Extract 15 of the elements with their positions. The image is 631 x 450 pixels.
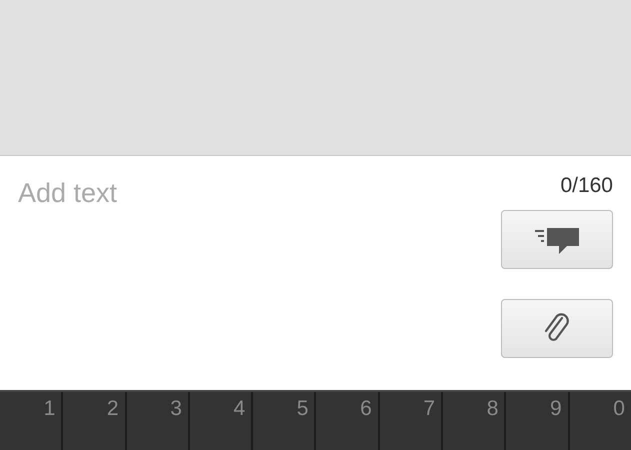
- keyboard-key[interactable]: 7: [380, 392, 444, 450]
- keyboard-key[interactable]: 6: [316, 392, 380, 450]
- keyboard-key[interactable]: 5: [253, 392, 316, 450]
- keyboard-key[interactable]: 2: [63, 392, 127, 450]
- keyboard-key[interactable]: 8: [443, 392, 506, 450]
- keyboard-key[interactable]: 3: [126, 392, 190, 450]
- attach-button[interactable]: [501, 299, 613, 358]
- text-input[interactable]: Add text: [18, 176, 501, 210]
- character-counter: 0/160: [560, 174, 613, 198]
- message-icon: [533, 226, 581, 254]
- keyboard-key[interactable]: 9: [506, 392, 570, 450]
- keyboard-key[interactable]: 4: [190, 392, 254, 450]
- send-button[interactable]: [501, 210, 613, 269]
- keyboard-key[interactable]: 1: [0, 392, 64, 450]
- keyboard-key[interactable]: 0: [570, 392, 631, 450]
